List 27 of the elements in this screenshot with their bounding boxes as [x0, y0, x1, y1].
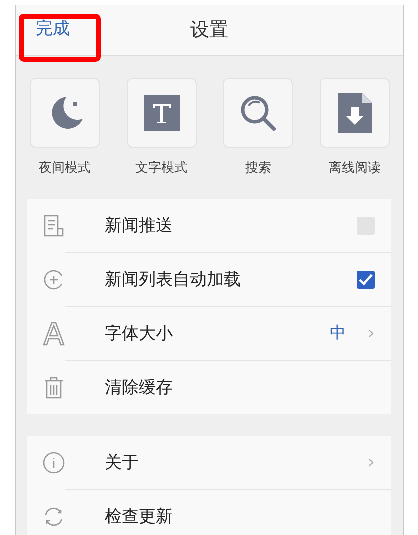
refresh-icon [43, 506, 65, 528]
shortcut-label: 搜索 [245, 160, 272, 177]
shortcut-button[interactable] [320, 78, 390, 148]
shortcut-button[interactable] [223, 78, 294, 148]
shortcut-label: 文字模式 [136, 160, 188, 177]
shortcut-button[interactable] [126, 78, 197, 148]
text-icon [144, 95, 180, 131]
shortcut-button[interactable] [30, 78, 100, 148]
done-link[interactable]: 完成 [36, 17, 70, 40]
trash-icon [44, 376, 64, 398]
setting-label[interactable]: 新闻推送 [105, 214, 357, 237]
checkbox[interactable] [357, 270, 375, 288]
download-file-icon [338, 93, 372, 133]
chevron: › [368, 323, 375, 344]
document-icon [44, 214, 64, 236]
chevron: › [368, 452, 375, 473]
setting-value: 中 [330, 323, 346, 344]
page-title: 设置 [190, 18, 228, 43]
shortcut-label: 离线阅读 [328, 160, 381, 177]
letter-a-icon [43, 322, 65, 346]
setting-label[interactable]: 新闻列表自动加载 [105, 268, 357, 291]
setting-label[interactable]: 清除缓存 [105, 376, 375, 399]
setting-label[interactable]: 字体大小 [105, 322, 330, 345]
setting-label[interactable]: 检查更新 [105, 505, 375, 528]
shortcut-label: 夜间模式 [39, 160, 91, 177]
info-icon [43, 452, 65, 474]
setting-label[interactable]: 关于 [105, 451, 368, 474]
